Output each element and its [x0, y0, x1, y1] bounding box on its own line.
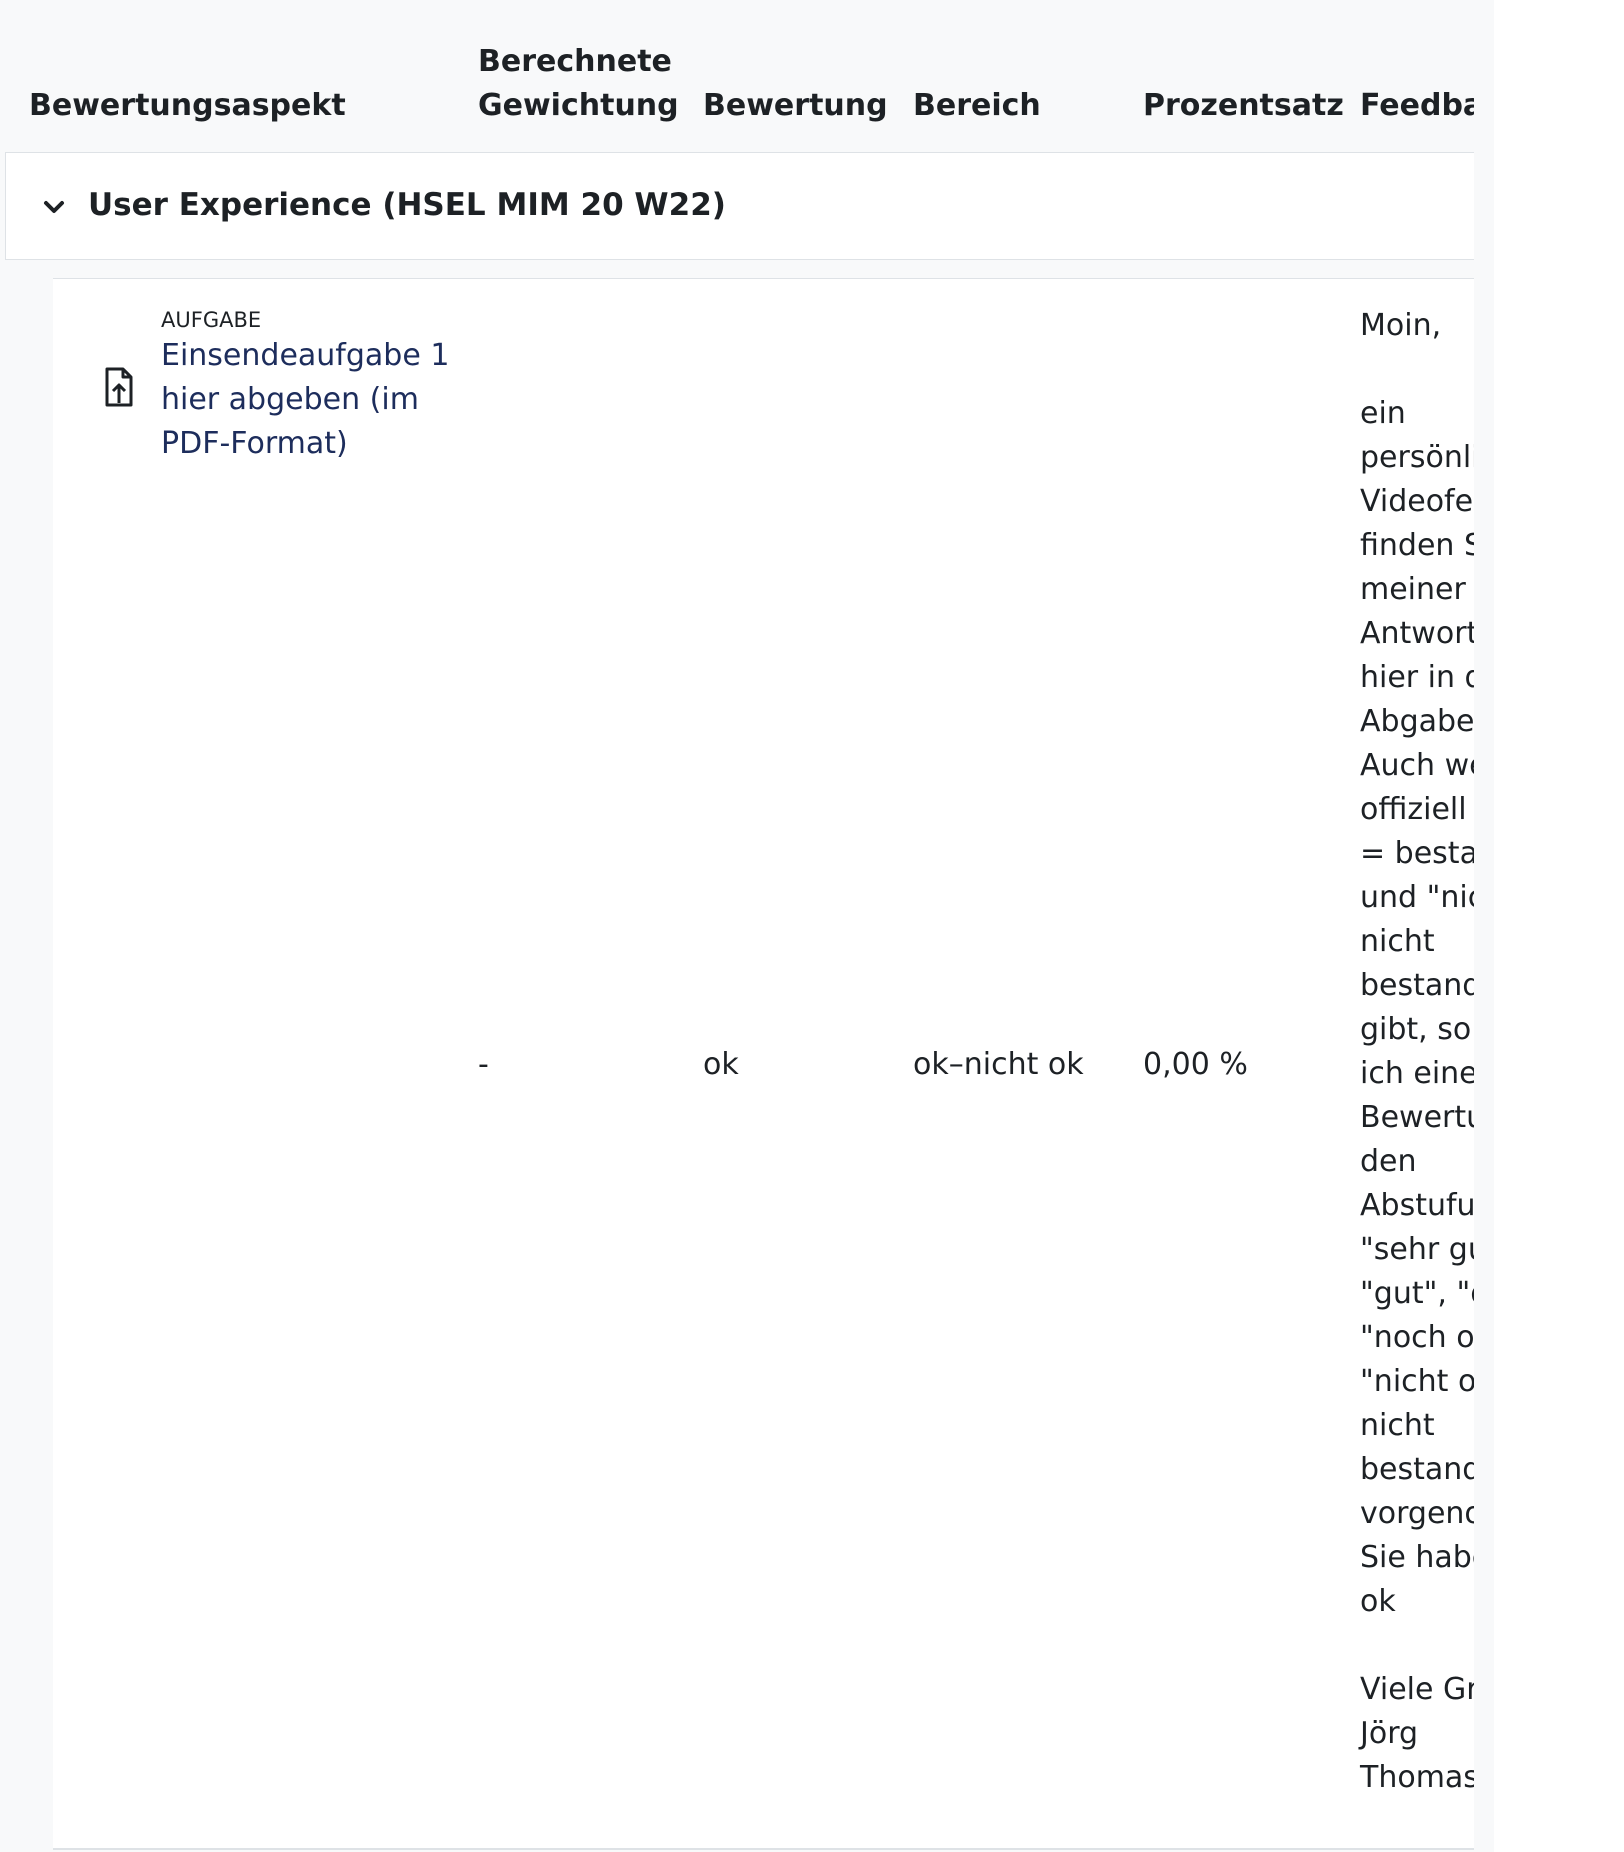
feedback-line: bestanden": [1360, 1452, 1474, 1487]
feedback-line: ich eine: [1360, 1056, 1474, 1091]
feedback-line: ein: [1360, 396, 1406, 431]
assignment-link[interactable]: Einsendeaufgabe 1 hier abgeben (im PDF-F…: [161, 334, 451, 466]
grade-value: ok: [703, 1047, 739, 1082]
feedback-greeting: Moin,: [1360, 308, 1442, 343]
feedback-line: Abgabe.: [1360, 704, 1474, 739]
feedback-line: Abstufungen: [1360, 1188, 1474, 1223]
grade-report-page: Bewertungsaspekt Berechnete Gewichtung B…: [0, 0, 1624, 1852]
header-percentage: Prozentsatz: [1143, 88, 1344, 123]
feedback-line: vorgenommen.: [1360, 1496, 1474, 1531]
category-row: User Experience (HSEL MIM 20 W22): [5, 152, 1474, 260]
weight-value: -: [478, 1047, 489, 1082]
feedback-line: offiziell nur "ok: [1360, 792, 1474, 827]
feedback-line: Jörg: [1360, 1716, 1419, 1751]
percentage-value: 0,00 %: [1143, 1047, 1248, 1082]
feedback-line: meiner: [1360, 572, 1466, 607]
range-value: ok–nicht ok: [913, 1047, 1084, 1082]
header-range: Bereich: [913, 88, 1041, 123]
feedback-line: Auch wenn es: [1360, 748, 1474, 783]
feedback-line: finden Sie in: [1360, 528, 1474, 563]
feedback-line: nicht: [1360, 924, 1435, 959]
category-title: User Experience (HSEL MIM 20 W22): [88, 187, 726, 223]
feedback-line: persönliches: [1360, 440, 1474, 475]
module-type-label: AUFGABE: [161, 308, 262, 332]
feedback-line: Viele Grüße: [1360, 1672, 1474, 1707]
feedback-line: Sie haben:: [1360, 1540, 1474, 1575]
header-feedback: Feedback: [1360, 88, 1474, 123]
feedback-line: Antwort: [1360, 616, 1474, 651]
feedback-line: "noch ok",: [1360, 1320, 1474, 1355]
header-grade: Bewertung: [703, 88, 888, 123]
assignment-upload-icon: [105, 367, 133, 407]
feedback-line: und "nicht ok =: [1360, 880, 1474, 915]
feedback-line: gibt, so habe: [1360, 1012, 1474, 1047]
feedback-line: "gut", "ok",: [1360, 1276, 1474, 1311]
table-header-row: Bewertungsaspekt Berechnete Gewichtung B…: [0, 0, 1474, 152]
header-weight-line1: Berechnete: [478, 44, 672, 79]
feedback-line: Bewertung in: [1360, 1100, 1474, 1135]
table-row: [53, 278, 1474, 1850]
feedback-body: ein persönliches Videofeedback finden Sie i…: [1360, 392, 1474, 1624]
feedback-line: "nicht ok =: [1360, 1364, 1474, 1399]
feedback-line: "sehr gut",: [1360, 1232, 1474, 1267]
feedback-line: Thomaschewski: [1360, 1760, 1474, 1795]
feedback-line: nicht: [1360, 1408, 1435, 1443]
feedback-line: ok: [1360, 1584, 1396, 1619]
feedback-line: bestanden": [1360, 968, 1474, 1003]
chevron-down-icon[interactable]: [40, 193, 68, 221]
feedback-text: Moin, ein persönliches Videofeedback finden…: [1360, 304, 1474, 1844]
feedback-closing: Viele Grüße Jörg Thomaschewski: [1360, 1668, 1474, 1800]
grade-table: Bewertungsaspekt Berechnete Gewichtung B…: [0, 0, 1474, 1852]
feedback-line: = bestanden": [1360, 836, 1474, 871]
feedback-line: den: [1360, 1144, 1417, 1179]
header-item: Bewertungsaspekt: [29, 88, 346, 123]
header-weight-line2: Gewichtung: [478, 88, 679, 123]
feedback-line: hier in der: [1360, 660, 1474, 695]
feedback-line: Videofeedback: [1360, 484, 1474, 519]
